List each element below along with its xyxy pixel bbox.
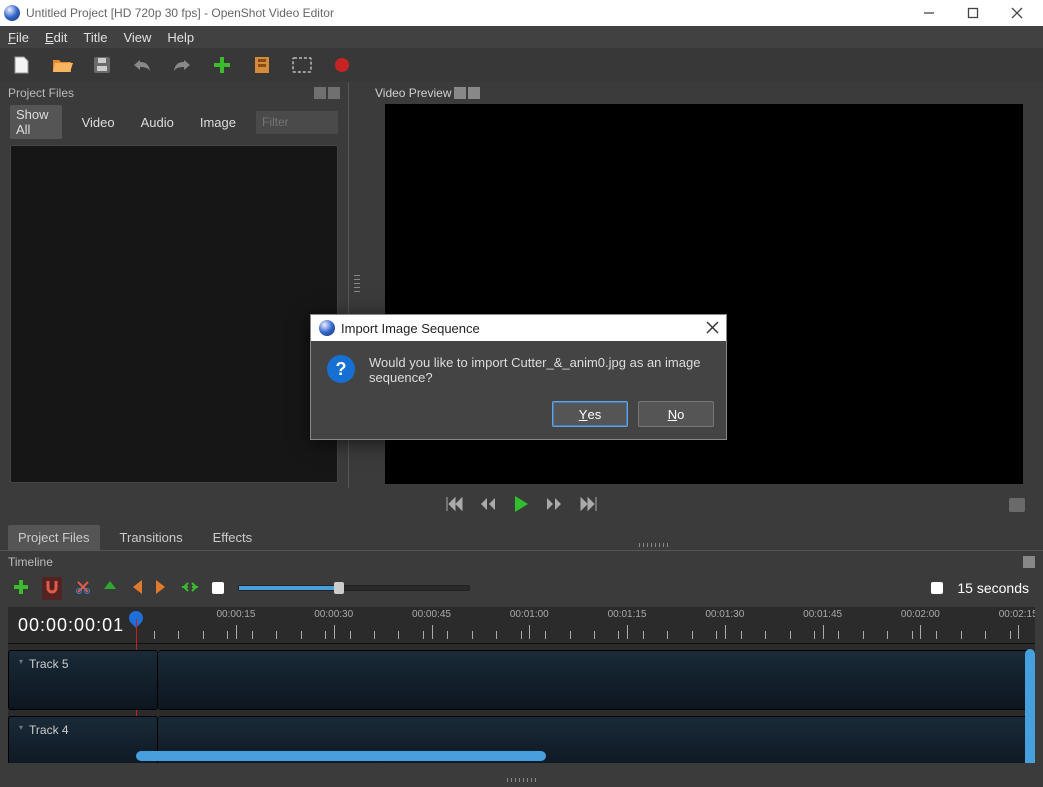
zoom-slider[interactable] bbox=[238, 585, 470, 591]
next-marker-icon[interactable] bbox=[156, 580, 168, 597]
export-icon[interactable] bbox=[332, 55, 352, 75]
ruler-label: 00:01:00 bbox=[510, 609, 549, 620]
window-title: Untitled Project [HD 720p 30 fps] - Open… bbox=[26, 6, 334, 20]
app-icon bbox=[4, 5, 20, 21]
new-project-icon[interactable] bbox=[12, 55, 32, 75]
tab-transitions[interactable]: Transitions bbox=[110, 525, 193, 550]
timeline-ruler[interactable]: 00:00:15 00:00:30 00:00:45 00:01:00 00:01:15… bbox=[146, 607, 1035, 643]
timeline-hscroll[interactable] bbox=[136, 751, 546, 761]
snap-icon[interactable] bbox=[42, 577, 62, 600]
menu-file[interactable]: File bbox=[8, 30, 29, 45]
fullscreen-icon[interactable] bbox=[292, 55, 312, 75]
filter-image[interactable]: Image bbox=[194, 113, 242, 132]
menu-bar: File Edit Title View Help bbox=[0, 26, 1043, 48]
timeline-label: Timeline bbox=[8, 555, 53, 569]
project-files-area[interactable] bbox=[10, 145, 338, 483]
dialog-close-icon[interactable] bbox=[707, 321, 718, 336]
timeline-toolbar: 15 seconds bbox=[0, 573, 1043, 603]
fastforward-icon[interactable] bbox=[547, 497, 563, 514]
snapshot-icon[interactable] bbox=[1009, 498, 1025, 512]
menu-view[interactable]: View bbox=[123, 30, 151, 45]
tab-project-files[interactable]: Project Files bbox=[8, 525, 100, 550]
zoom-out-icon[interactable] bbox=[212, 582, 224, 594]
save-project-icon[interactable] bbox=[92, 55, 112, 75]
tab-effects[interactable]: Effects bbox=[203, 525, 263, 550]
jump-end-icon[interactable] bbox=[581, 497, 597, 514]
track-label[interactable]: Track 5 bbox=[8, 650, 158, 710]
menu-help[interactable]: Help bbox=[167, 30, 194, 45]
undo-icon[interactable] bbox=[132, 55, 152, 75]
drag-handle-icon[interactable] bbox=[639, 543, 669, 547]
project-files-header: Project Files bbox=[0, 82, 348, 104]
dialog-message: Would you like to import Cutter_&_anim0.… bbox=[369, 355, 710, 385]
preview-undock-icon[interactable] bbox=[454, 87, 466, 99]
yes-button[interactable]: Yes bbox=[552, 401, 628, 427]
marker-icon[interactable] bbox=[104, 581, 116, 596]
ruler-label: 00:02:15 bbox=[999, 609, 1035, 620]
profiles-icon[interactable] bbox=[252, 55, 272, 75]
filter-show-all[interactable]: Show All bbox=[10, 105, 62, 139]
panel-undock-icon[interactable] bbox=[314, 87, 326, 99]
playback-controls bbox=[0, 488, 1043, 522]
prev-marker-icon[interactable] bbox=[130, 580, 142, 597]
timecode[interactable]: 00:00:00:01 bbox=[8, 607, 146, 643]
play-icon[interactable] bbox=[515, 496, 529, 515]
rewind-icon[interactable] bbox=[481, 497, 497, 514]
close-button[interactable] bbox=[995, 0, 1039, 26]
ruler-label: 00:02:00 bbox=[901, 609, 940, 620]
minimize-button[interactable] bbox=[907, 0, 951, 26]
ruler-label: 00:01:45 bbox=[803, 609, 842, 620]
video-preview-label: Video Preview bbox=[375, 86, 452, 100]
open-project-icon[interactable] bbox=[52, 55, 72, 75]
filter-input[interactable] bbox=[256, 111, 338, 134]
menu-title[interactable]: Title bbox=[83, 30, 107, 45]
timeline-area[interactable]: 00:00:00:01 00:00:1500:00:3000:00:4500:0… bbox=[8, 607, 1035, 763]
import-files-icon[interactable] bbox=[212, 55, 232, 75]
dialog-title: Import Image Sequence bbox=[341, 321, 480, 336]
menu-edit[interactable]: Edit bbox=[45, 30, 67, 45]
timeline-undock-icon[interactable] bbox=[1023, 556, 1035, 568]
no-button[interactable]: No bbox=[638, 401, 714, 427]
track-row[interactable]: Track 5 bbox=[8, 650, 1035, 710]
ruler-label: 00:00:30 bbox=[314, 609, 353, 620]
dialog-app-icon bbox=[319, 320, 335, 336]
panel-close-icon[interactable] bbox=[328, 87, 340, 99]
question-icon: ? bbox=[327, 355, 355, 383]
preview-close-icon[interactable] bbox=[468, 87, 480, 99]
razor-icon[interactable] bbox=[76, 580, 90, 597]
filter-audio[interactable]: Audio bbox=[135, 113, 180, 132]
window-titlebar: Untitled Project [HD 720p 30 fps] - Open… bbox=[0, 0, 1043, 26]
timeline-vscroll[interactable] bbox=[1025, 649, 1035, 763]
ruler-label: 00:01:30 bbox=[705, 609, 744, 620]
project-files-label: Project Files bbox=[8, 86, 74, 100]
redo-icon[interactable] bbox=[172, 55, 192, 75]
jump-start-icon[interactable] bbox=[447, 497, 463, 514]
import-sequence-dialog: Import Image Sequence ? Would you like t… bbox=[310, 314, 727, 440]
add-track-icon[interactable] bbox=[14, 580, 28, 597]
zoom-indicator-icon bbox=[931, 582, 943, 594]
track-lane[interactable] bbox=[158, 650, 1035, 710]
ruler-label: 00:00:45 bbox=[412, 609, 451, 620]
maximize-button[interactable] bbox=[951, 0, 995, 26]
ruler-label: 00:00:15 bbox=[216, 609, 255, 620]
zoom-label: 15 seconds bbox=[957, 580, 1029, 596]
bottom-tabs: Project Files Transitions Effects bbox=[0, 522, 1043, 551]
main-toolbar bbox=[0, 48, 1043, 82]
ruler-label: 00:01:15 bbox=[608, 609, 647, 620]
filter-video[interactable]: Video bbox=[76, 113, 121, 132]
resize-handle-icon[interactable] bbox=[507, 778, 537, 782]
center-playhead-icon[interactable] bbox=[182, 581, 198, 596]
